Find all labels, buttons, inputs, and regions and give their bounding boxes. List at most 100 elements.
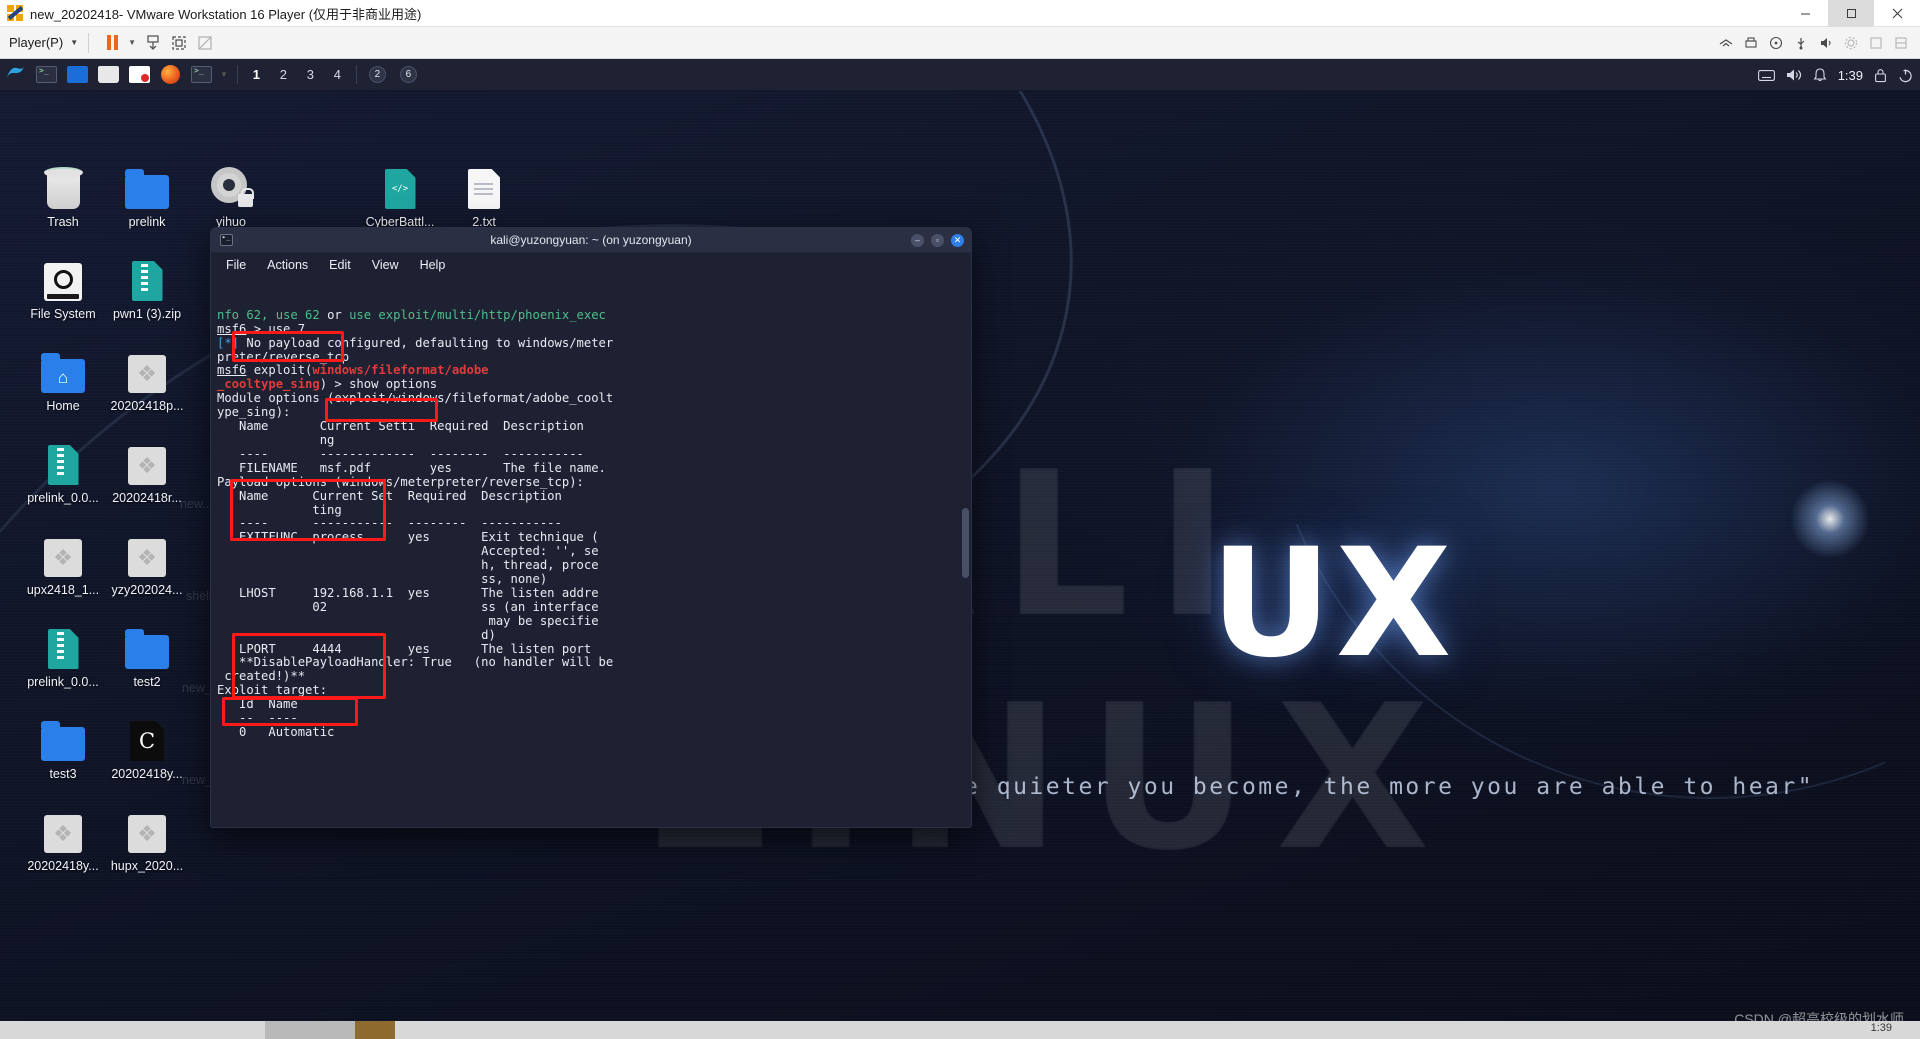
files-launcher[interactable]	[62, 59, 93, 91]
lock-icon[interactable]	[1874, 68, 1887, 83]
disc-icon[interactable]	[1765, 32, 1787, 54]
expand-icon[interactable]	[1890, 32, 1912, 54]
desktop-icon[interactable]: pwn1 (3).zip	[92, 249, 202, 321]
applications-menu-button[interactable]	[0, 59, 31, 91]
terminal-launcher[interactable]	[31, 59, 62, 91]
terminal-segment: ss, none)	[217, 572, 548, 587]
taskbar-thumbnail-2[interactable]	[355, 1021, 395, 1039]
desktop-icon-graphic	[92, 617, 202, 669]
keyboard-icon[interactable]	[1757, 69, 1775, 82]
pause-dropdown-icon[interactable]: ▼	[128, 38, 136, 47]
desktop-icon-label: pwn1 (3).zip	[112, 307, 182, 321]
vmware-logo-icon	[7, 4, 24, 22]
minimize-button[interactable]	[1782, 0, 1828, 27]
terminal-close-button[interactable]: ✕	[951, 234, 964, 247]
unknown-file-icon	[128, 539, 166, 577]
launcher-dropdown-icon[interactable]: ▼	[220, 70, 228, 79]
power-icon[interactable]	[1898, 68, 1913, 83]
terminal-icon	[36, 66, 57, 83]
zip-archive-icon	[47, 629, 79, 669]
taskbar-thumbnail[interactable]	[265, 1021, 355, 1039]
terminal-line: d)	[217, 628, 962, 643]
printer-icon[interactable]	[1740, 32, 1762, 54]
terminal-segment: ting	[217, 502, 342, 517]
menu-file[interactable]: File	[226, 258, 246, 272]
files-icon	[67, 66, 88, 83]
terminal-segment: Accepted: '', se	[217, 544, 599, 559]
panel-clock[interactable]: 1:39	[1838, 68, 1863, 83]
firefox-launcher[interactable]	[155, 59, 186, 91]
vmware-toolbar: Player(P) ▼ ▼	[0, 27, 1920, 59]
host-clock: 1:39	[1870, 1022, 1892, 1034]
desktop-icon[interactable]: 20202418r...	[92, 433, 202, 505]
terminal-line: ss, none)	[217, 572, 962, 587]
full-screen-button[interactable]	[192, 31, 218, 55]
workspace-2[interactable]: 2	[270, 59, 297, 91]
terminal-segment: use exploit/multi/http/phoenix_exec	[349, 307, 606, 322]
terminal-maximize-button[interactable]: ▫	[931, 234, 944, 247]
menu-view[interactable]: View	[372, 258, 399, 272]
help-icon[interactable]	[1865, 32, 1887, 54]
send-ctrl-alt-del-button[interactable]	[140, 31, 166, 55]
restore-button[interactable]	[1828, 0, 1874, 27]
player-menu-button[interactable]: Player(P) ▼	[9, 35, 78, 50]
settings-icon[interactable]	[1840, 32, 1862, 54]
workspace-4[interactable]: 4	[324, 59, 351, 91]
terminal-line: ---- ------------- -------- -----------	[217, 447, 962, 462]
pause-button[interactable]	[99, 31, 125, 55]
usb-icon[interactable]	[1790, 32, 1812, 54]
terminal-scrollbar[interactable]	[962, 508, 969, 578]
desktop-icon[interactable]: hupx_2020...	[92, 801, 202, 873]
sound-icon[interactable]	[1815, 32, 1837, 54]
terminal-line: Accepted: '', se	[217, 544, 962, 559]
workspace-1[interactable]: 1	[243, 59, 270, 91]
menu-actions[interactable]: Actions	[267, 258, 308, 272]
desktop-icon[interactable]: C 20202418y...	[92, 709, 202, 781]
panel-divider	[236, 65, 238, 84]
desktop-icon-graphic	[92, 525, 202, 577]
terminal-segment: ype_sing):	[217, 405, 291, 420]
terminal-segment: msf6	[217, 363, 247, 378]
desktop-icon[interactable]: yzy202024...	[92, 525, 202, 597]
terminal-segment: -- ----	[217, 711, 298, 726]
desktop-icon-graphic	[92, 249, 202, 301]
desktop-icon-graphic	[429, 157, 539, 209]
menu-edit[interactable]: Edit	[329, 258, 351, 272]
unknown-file-icon	[128, 815, 166, 853]
terminal2-launcher[interactable]	[186, 59, 217, 91]
desktop-icon[interactable]: 20202418p...	[92, 341, 202, 413]
window-group-6[interactable]: 6	[393, 59, 424, 91]
panel-launchers: ▼ 1234 2 6	[0, 59, 424, 91]
terminal-line: [*] No payload configured, defaulting to…	[217, 336, 962, 351]
send-keys-icon	[147, 34, 159, 50]
desktop-icon-label: 20202418r...	[112, 491, 182, 505]
unity-mode-button[interactable]	[166, 31, 192, 55]
terminal-segment: preter/reverse_tcp	[217, 349, 350, 364]
terminal-line: FILENAME msf.pdf yes The file name.	[217, 461, 962, 476]
folder-launcher[interactable]	[93, 59, 124, 91]
terminal-minimize-button[interactable]: ‒	[911, 234, 924, 247]
network-icon[interactable]	[1715, 32, 1737, 54]
terminal-line: ng	[217, 433, 962, 448]
terminal-output[interactable]: nfo 62, use 62 or use exploit/multi/http…	[211, 276, 971, 827]
bell-icon[interactable]	[1813, 67, 1827, 83]
document-launcher[interactable]	[124, 59, 155, 91]
terminal-window[interactable]: kali@yuzongyuan: ~ (on yuzongyuan) ‒ ▫ ✕…	[210, 227, 972, 828]
desktop-icon[interactable]: test2	[92, 617, 202, 689]
desktop-icon[interactable]: yihuo	[176, 157, 286, 229]
menu-help[interactable]: Help	[420, 258, 446, 272]
executable-icon	[209, 165, 254, 209]
desktop-icon[interactable]: 2.txt	[429, 157, 539, 229]
terminal-segment: 02 ss (an interface	[217, 599, 599, 614]
c-source-icon: C	[130, 721, 164, 761]
terminal-segment: **DisablePayloadHandler: True (no handle…	[217, 655, 614, 670]
close-button[interactable]	[1874, 0, 1920, 27]
terminal-text: nfo 62, use 62 or use exploit/multi/http…	[217, 307, 962, 740]
volume-icon[interactable]	[1786, 68, 1802, 82]
terminal-line: _cooltype_sing) > show options	[217, 377, 962, 392]
workspace-3[interactable]: 3	[297, 59, 324, 91]
terminal-segment: windows/fileformat/adobe	[312, 363, 489, 378]
maximize-icon: ▫	[935, 235, 940, 245]
terminal-line: Exploit target:	[217, 683, 962, 698]
window-group-2[interactable]: 2	[362, 59, 393, 91]
